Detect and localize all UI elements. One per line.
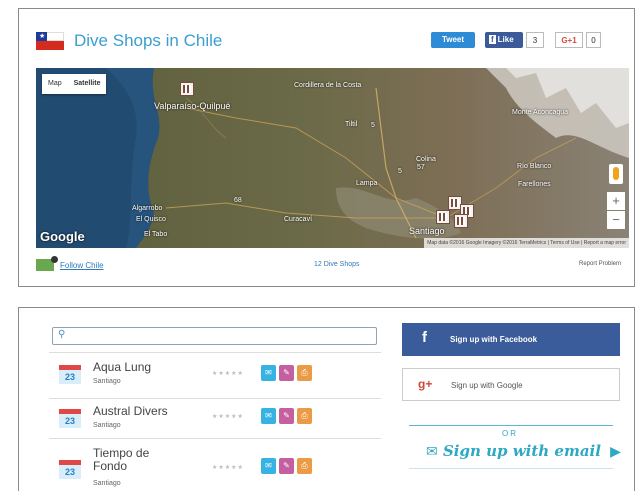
map-label-el-quisco: El Quisco: [136, 216, 166, 223]
google-signup-label: Sign up with Google: [451, 381, 523, 390]
google-plus-count: 0: [586, 32, 601, 48]
zoom-out-button[interactable]: −: [607, 211, 625, 229]
map-label-valparaiso: Valparaíso-Quilpué: [154, 101, 231, 111]
facebook-signup-button[interactable]: f Sign up with Facebook: [402, 323, 620, 356]
shop-name[interactable]: Aqua Lung: [93, 361, 151, 374]
shop-name[interactable]: Tiempo de Fondo: [93, 447, 173, 473]
map-label-farellones: Farellones: [518, 181, 551, 188]
facebook-like-button[interactable]: f Like: [485, 32, 523, 48]
facebook-icon: f: [489, 35, 496, 44]
dive-shop-marker[interactable]: [180, 82, 194, 96]
tweet-button[interactable]: Tweet: [431, 32, 475, 48]
facebook-signup-label: Sign up with Facebook: [450, 335, 538, 344]
email-shop-button[interactable]: ✉: [261, 365, 276, 381]
follow-chile-link[interactable]: Follow Chile: [60, 261, 104, 270]
shop-city: Santiago: [93, 480, 121, 487]
google-plus-button[interactable]: G+1: [555, 32, 583, 48]
shop-row[interactable]: 23 Tiempo de Fondo Santiago ★★★★★ ✉ ✎ ⎙: [49, 438, 381, 492]
rating-stars: ★★★★★: [212, 414, 244, 420]
report-problem-link[interactable]: Report Problem: [579, 261, 621, 267]
print-shop-button[interactable]: ⎙: [297, 365, 312, 381]
shop-row[interactable]: 23 Austral Divers Santiago ★★★★★ ✉ ✎ ⎙: [49, 398, 381, 438]
satellite-imagery: [36, 68, 629, 248]
shop-row[interactable]: 23 Aqua Lung Santiago ★★★★★ ✉ ✎ ⎙: [49, 352, 381, 398]
dive-shop-marker[interactable]: [454, 214, 468, 228]
map-label-aconcagua: Monte Aconcagua: [512, 109, 569, 116]
email-shop-button[interactable]: ✉: [261, 458, 276, 474]
page-title: Dive Shops in Chile: [74, 31, 223, 50]
map-label-curacavi: Curacaví: [284, 216, 313, 223]
shop-name[interactable]: Austral Divers: [93, 405, 168, 418]
calendar-icon: 23: [59, 409, 81, 428]
dive-shops-map-card: ★ Dive Shops in Chile Tweet f Like 3 G+1 …: [18, 8, 635, 287]
like-count: 3: [526, 32, 544, 48]
map-attribution[interactable]: Map data ©2016 Google Imagery ©2016 Terr…: [424, 238, 629, 248]
map-label-route-5b: 5: [398, 168, 402, 175]
satellite-map[interactable]: Map Satellite Valparaíso-Quilpué Santiag…: [36, 68, 629, 248]
search-icon: ⚲: [58, 329, 66, 340]
print-shop-button[interactable]: ⎙: [297, 458, 312, 474]
print-shop-button[interactable]: ⎙: [297, 408, 312, 424]
map-type-satellite[interactable]: Satellite: [68, 74, 107, 94]
map-label-algarrobo: Algarrobo: [132, 205, 163, 212]
map-label-cordillera: Cordillera de la Costa: [294, 82, 362, 89]
shop-city: Santiago: [93, 378, 121, 385]
map-label-lampa: Lampa: [356, 180, 378, 187]
follow-icon: [36, 256, 58, 271]
dive-shop-count[interactable]: 12 Dive Shops: [314, 261, 360, 268]
map-label-route-57: 57: [417, 164, 425, 171]
google-signup-button[interactable]: g+ Sign up with Google: [402, 368, 620, 401]
google-logo: Google: [40, 229, 85, 244]
calendar-icon: 23: [59, 460, 81, 479]
link-shop-button[interactable]: ✎: [279, 408, 294, 424]
or-separator: OR: [502, 429, 518, 438]
map-label-colina: Colina: [416, 156, 436, 163]
envelope-icon: ✉: [426, 444, 438, 460]
rating-stars: ★★★★★: [212, 465, 244, 471]
email-signup-label: Sign up with email: [442, 442, 601, 460]
shop-city: Santiago: [93, 422, 121, 429]
email-signup-link[interactable]: ✉ Sign up with email ▶: [426, 442, 621, 460]
map-type-control: Map Satellite: [42, 74, 107, 94]
dive-shop-marker[interactable]: [436, 210, 450, 224]
google-plus-icon: g+: [418, 377, 433, 391]
calendar-icon: 23: [59, 365, 81, 384]
street-view-pegman-icon[interactable]: [609, 164, 623, 184]
zoom-in-button[interactable]: +: [607, 192, 625, 210]
link-shop-button[interactable]: ✎: [279, 365, 294, 381]
map-label-rio-blanco: Río Blanco: [517, 163, 552, 170]
divider: [409, 425, 613, 426]
email-shop-button[interactable]: ✉: [261, 408, 276, 424]
map-type-map[interactable]: Map: [42, 74, 68, 94]
map-label-route-68: 68: [234, 197, 242, 204]
facebook-icon: f: [422, 329, 427, 346]
map-label-tiltil: Tiltil: [345, 121, 358, 128]
rating-stars: ★★★★★: [212, 371, 244, 377]
play-arrow-icon: ▶: [610, 444, 621, 460]
dive-shop-list-card: ⚲ 23 Aqua Lung Santiago ★★★★★ ✉ ✎ ⎙ 23 A…: [18, 307, 635, 491]
like-label: Like: [497, 35, 514, 44]
map-label-santiago: Santiago: [409, 226, 445, 236]
search-input[interactable]: ⚲: [52, 327, 377, 345]
divider: [409, 468, 613, 469]
map-label-el-tabo: El Tabo: [144, 231, 168, 238]
chile-flag-icon: ★: [36, 32, 64, 50]
link-shop-button[interactable]: ✎: [279, 458, 294, 474]
map-label-route-5: 5: [371, 122, 375, 129]
